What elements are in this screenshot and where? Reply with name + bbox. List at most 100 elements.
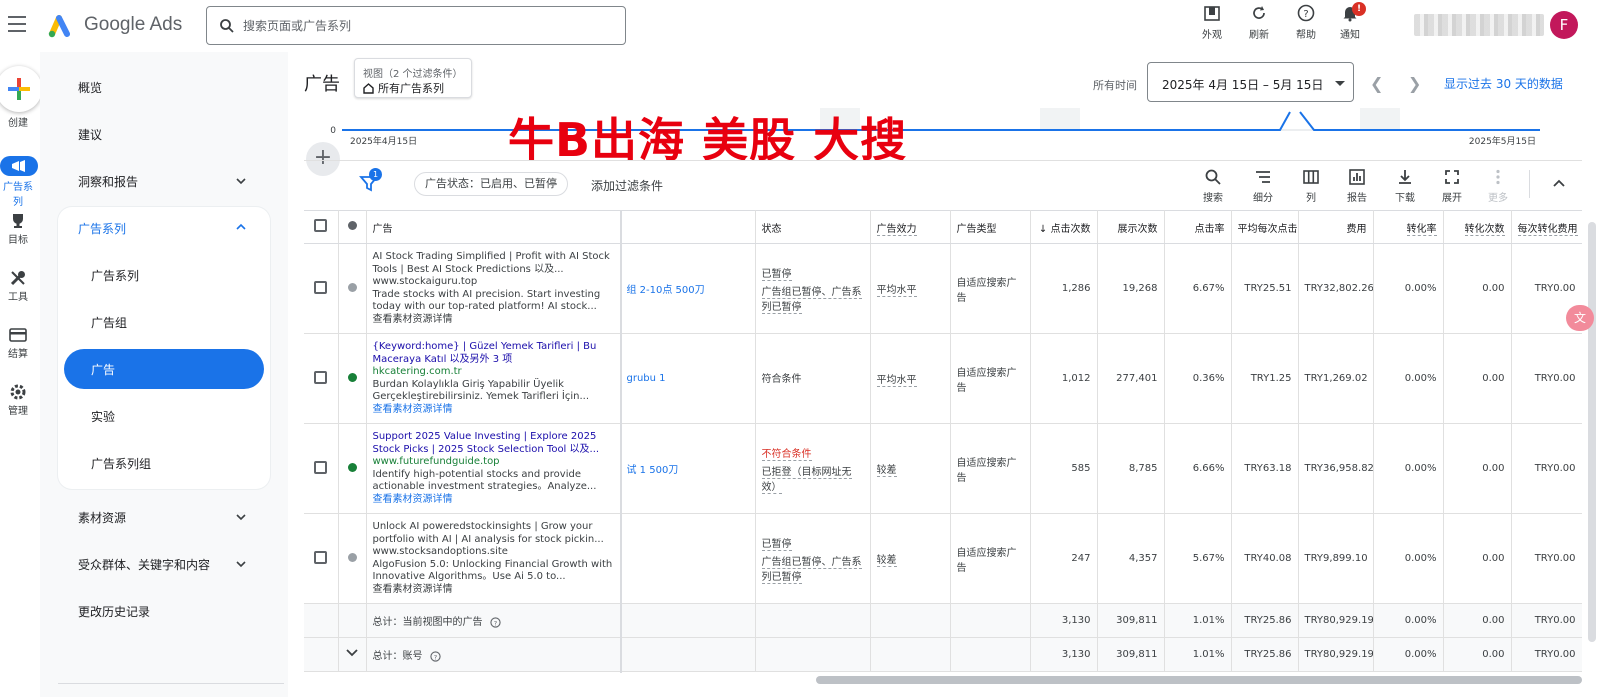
col-cost-per-conv[interactable]: 每次转化费用 <box>1517 223 1578 236</box>
rail-item-tools[interactable]: 工具 <box>0 268 36 303</box>
tool-columns[interactable]: 列 <box>1294 168 1328 204</box>
row-checkbox[interactable] <box>314 460 328 474</box>
ad-preview[interactable]: {Keyword:home} | Güzel Yemek Tarifleri |… <box>373 341 614 416</box>
rail-item-admin[interactable]: 管理 <box>0 382 36 417</box>
ad-strength[interactable]: 较差 <box>876 555 897 567</box>
ad-preview[interactable]: AI Stock Trading Simplified | Profit wit… <box>373 251 614 326</box>
col-ctr[interactable]: 点击率 <box>1164 210 1232 244</box>
nav-assets[interactable]: 素材资源 <box>78 509 126 526</box>
view-asset-details-link[interactable]: 查看素材资源详情 <box>373 404 614 417</box>
table-row[interactable]: Support 2025 Value Investing | Explore 2… <box>304 423 1582 514</box>
notifications-button[interactable]: 通知 ! <box>1328 2 1372 41</box>
col-ad[interactable]: 广告 <box>366 210 621 244</box>
chevron-down-icon[interactable] <box>236 512 246 522</box>
ad-preview[interactable]: Unlock AI poweredstockinsights | Grow yo… <box>373 521 614 596</box>
select-all-checkbox[interactable] <box>314 219 328 232</box>
campaign-link[interactable]: 试 1 500刀 <box>627 465 679 476</box>
create-button[interactable] <box>0 66 42 112</box>
status-dot <box>347 282 357 292</box>
nav-audiences[interactable]: 受众群体、关键字和内容 <box>78 556 210 573</box>
ad-url: www.stocksandoptions.site <box>372 546 508 557</box>
tool-expand[interactable]: 展开 <box>1435 168 1469 204</box>
chevron-down-icon[interactable] <box>236 559 246 569</box>
translate-icon[interactable]: 文 <box>1566 305 1594 331</box>
table-header-row: 广告 状态 广告效力 广告类型 ↓ 点击次数 展示次数 点击率 平均每次点击 费用… <box>304 210 1582 244</box>
nav-ad-groups[interactable]: 广告组 <box>91 314 127 331</box>
tool-segment[interactable]: 细分 <box>1246 168 1280 204</box>
rail-item-goals[interactable]: 目标 <box>0 211 36 246</box>
tool-reports[interactable]: 报告 <box>1340 168 1374 204</box>
chevron-down-icon[interactable] <box>236 176 246 186</box>
col-campaign[interactable] <box>620 210 756 244</box>
table-row[interactable]: Unlock AI poweredstockinsights | Grow yo… <box>304 513 1582 604</box>
collapse-chevron-up-icon[interactable] <box>1552 176 1566 190</box>
search-input[interactable]: 搜索页面或广告系列 <box>206 6 626 45</box>
appearance-button[interactable]: 外观 <box>1190 4 1234 41</box>
refresh-button[interactable]: 刷新 <box>1237 4 1281 41</box>
show-last-30-days-link[interactable]: 显示过去 30 天的数据 <box>1444 75 1563 92</box>
nav-campaigns-header[interactable]: 广告系列 <box>78 220 126 237</box>
col-clicks[interactable]: ↓ 点击次数 <box>1030 210 1098 244</box>
tool-search[interactable]: 搜索 <box>1196 168 1230 204</box>
chevron-down-icon[interactable] <box>345 646 359 660</box>
chevron-up-icon[interactable] <box>236 222 246 232</box>
nav-change-history[interactable]: 更改历史记录 <box>78 603 150 620</box>
row-checkbox[interactable] <box>314 550 328 564</box>
campaign-link[interactable]: grubu 1 <box>627 373 666 384</box>
col-ad-strength[interactable]: 广告效力 <box>876 223 917 236</box>
tool-more[interactable]: 更多 <box>1481 168 1515 204</box>
tool-download[interactable]: 下载 <box>1388 168 1422 204</box>
nav-divider <box>58 683 284 684</box>
help-icon[interactable]: ? <box>490 616 501 628</box>
col-avg-cpc[interactable]: 平均每次点击费用 <box>1231 210 1299 244</box>
table-row[interactable]: {Keyword:home} | Güzel Yemek Tarifleri |… <box>304 333 1582 424</box>
view-asset-details-link[interactable]: 查看素材资源详情 <box>373 494 614 507</box>
status-filter-chip[interactable]: 广告状态：已启用、已暂停 <box>414 172 568 196</box>
horizontal-scrollbar[interactable] <box>816 676 1582 684</box>
row-checkbox[interactable] <box>314 370 328 384</box>
date-range-picker[interactable]: 2025年 4月 15日 – 5月 15日 <box>1147 62 1354 102</box>
help-button[interactable]: ? 帮助 <box>1284 4 1328 41</box>
help-icon[interactable]: ? <box>430 650 441 662</box>
conv-rate-cell: 0.00% <box>1373 333 1444 424</box>
col-cost[interactable]: 费用 <box>1298 210 1374 244</box>
table-row[interactable]: AI Stock Trading Simplified | Profit wit… <box>304 243 1582 334</box>
toolbar-divider <box>1529 170 1530 198</box>
nav-experiments[interactable]: 实验 <box>91 408 115 425</box>
ad-preview[interactable]: Support 2025 Value Investing | Explore 2… <box>373 431 614 506</box>
vertical-scrollbar[interactable] <box>1588 222 1596 642</box>
col-conversions[interactable]: 转化次数 <box>1464 223 1505 236</box>
sort-arrow-icon: ↓ <box>1038 223 1048 235</box>
view-asset-details-link[interactable]: 查看素材资源详情 <box>373 314 614 327</box>
ad-strength[interactable]: 平均水平 <box>876 375 917 387</box>
main-menu-button[interactable] <box>8 14 28 34</box>
rail-item-billing[interactable]: 结算 <box>0 325 36 360</box>
col-conv-rate[interactable]: 转化率 <box>1406 223 1437 236</box>
col-impressions[interactable]: 展示次数 <box>1097 210 1165 244</box>
prev-period-icon[interactable]: ❮ <box>1370 74 1383 93</box>
row-checkbox[interactable] <box>314 280 328 294</box>
account-info-blurred[interactable] <box>1414 14 1544 36</box>
view-asset-details-link[interactable]: 查看素材资源详情 <box>373 584 614 597</box>
next-period-icon[interactable]: ❯ <box>1408 74 1421 93</box>
add-filter-button[interactable]: 添加过滤条件 <box>591 177 663 194</box>
view-selector[interactable]: 视图（2 个过滤条件） 所有广告系列 <box>354 58 472 98</box>
nav-campaign-groups[interactable]: 广告系列组 <box>91 455 151 472</box>
col-status[interactable]: 状态 <box>755 210 871 244</box>
total-clicks: 3,130 <box>1030 603 1098 638</box>
avatar[interactable]: F <box>1550 11 1578 39</box>
ad-description: Burdan Kolaylıkla Giriş Yapabilir Üyelik… <box>372 378 590 403</box>
nav-ads[interactable]: 广告 <box>91 361 115 378</box>
nav-insights[interactable]: 洞察和报告 <box>78 173 138 190</box>
cost-per-conv-cell: TRY0.00 <box>1511 423 1582 514</box>
ad-strength[interactable]: 平均水平 <box>876 285 917 297</box>
col-ad-type[interactable]: 广告类型 <box>950 210 1031 244</box>
status-dot-header <box>347 221 357 230</box>
ad-strength[interactable]: 较差 <box>876 465 897 477</box>
nav-recommendations[interactable]: 建议 <box>78 126 102 143</box>
nav-overview[interactable]: 概览 <box>78 79 102 96</box>
nav-sub-campaigns[interactable]: 广告系列 <box>91 267 139 284</box>
reports-icon <box>1349 169 1365 185</box>
campaign-link[interactable]: 组 2-10点 500刀 <box>627 285 705 296</box>
rail-item-campaigns[interactable]: 广告系列 <box>0 156 38 208</box>
